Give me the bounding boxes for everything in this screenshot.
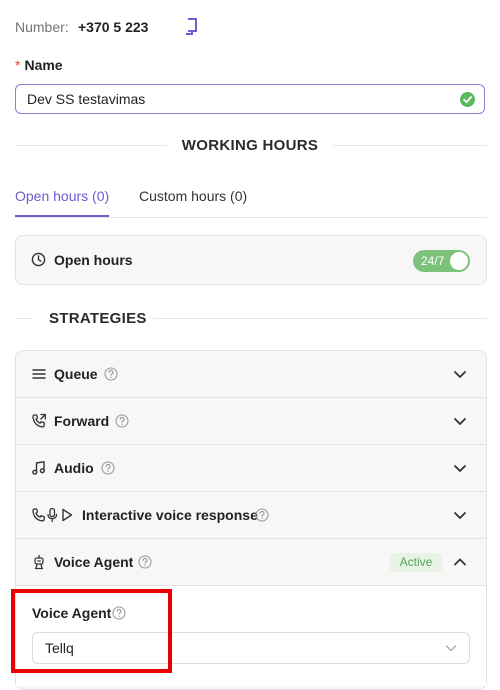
chevron-down-icon[interactable]: [453, 508, 467, 522]
tab-custom-hours[interactable]: Custom hours (0): [139, 188, 247, 204]
accordion-separator: [16, 538, 486, 539]
strategy-queue-label[interactable]: Queue: [54, 366, 98, 382]
list-icon: [32, 369, 46, 379]
robot-icon: [34, 554, 44, 570]
phone-forward-icon: [32, 413, 46, 428]
help-icon[interactable]: [104, 367, 118, 381]
toggle-knob: [450, 252, 468, 270]
strategy-forward-label[interactable]: Forward: [54, 413, 109, 429]
chevron-down-icon[interactable]: [453, 367, 467, 381]
phone-mic-play-icon: [32, 507, 73, 523]
accordion-separator: [16, 491, 486, 492]
strategies-title: STRATEGIES: [49, 310, 147, 327]
voice-agent-select[interactable]: [32, 632, 470, 664]
strategies-divider-right: [153, 318, 487, 319]
chevron-up-icon[interactable]: [453, 555, 467, 569]
toggle-label: 24/7: [421, 254, 445, 268]
strategy-voice-agent-label[interactable]: Voice Agent: [54, 554, 133, 570]
copy-icon[interactable]: [185, 17, 199, 35]
check-circle-icon: [460, 92, 475, 107]
tabs-divider: [15, 217, 487, 218]
number-label: Number:: [15, 19, 69, 35]
strategy-ivr-label[interactable]: Interactive voice response: [82, 507, 258, 523]
status-badge: Active: [390, 553, 442, 572]
accordion-separator: [16, 444, 486, 445]
chevron-down-icon[interactable]: [453, 461, 467, 475]
strategies-divider-left: [15, 318, 33, 319]
voice-agent-field-label: Voice Agent: [32, 605, 112, 621]
name-input[interactable]: [15, 84, 485, 114]
divider-right: [333, 145, 487, 146]
active-tab-indicator: [15, 215, 109, 217]
name-label: * Name: [15, 57, 63, 73]
clock-icon: [31, 252, 46, 267]
tab-open-hours[interactable]: Open hours (0): [15, 188, 109, 204]
help-icon[interactable]: [255, 508, 269, 522]
chevron-down-icon: [445, 645, 457, 652]
help-icon[interactable]: [115, 414, 129, 428]
strategy-audio-label[interactable]: Audio: [54, 460, 94, 476]
name-label-text: Name: [24, 57, 63, 73]
help-icon[interactable]: [101, 461, 115, 475]
chevron-down-icon[interactable]: [453, 414, 467, 428]
accordion-separator: [16, 397, 486, 398]
help-icon[interactable]: [138, 555, 152, 569]
voice-agent-select-value: Tellq: [45, 640, 74, 656]
required-mark: *: [15, 57, 21, 73]
open-hours-label: Open hours: [54, 252, 133, 268]
music-note-icon: [32, 461, 45, 475]
help-icon[interactable]: [112, 606, 126, 620]
number-value: +370 5 223: [78, 19, 149, 35]
